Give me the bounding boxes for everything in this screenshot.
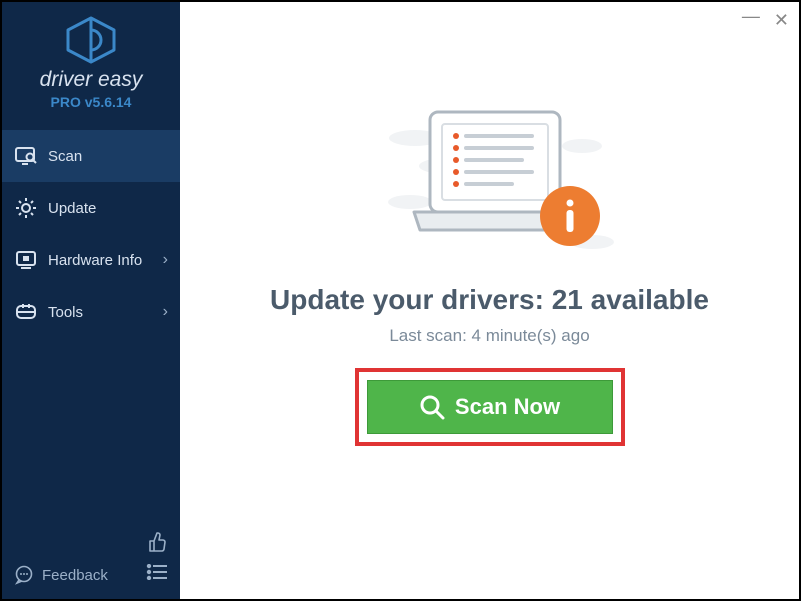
brand-name: driver easy: [2, 68, 180, 92]
main-panel: — ✕ Updat: [180, 2, 799, 599]
list-view-button[interactable]: [146, 564, 168, 585]
version-label: PRO v5.6.14: [2, 94, 180, 110]
headline-prefix: Update your drivers:: [270, 284, 552, 315]
feedback-label: Feedback: [42, 567, 108, 584]
available-count: 21: [552, 284, 583, 315]
chevron-right-icon: ›: [163, 251, 168, 269]
last-scan-text: Last scan: 4 minute(s) ago: [389, 326, 589, 346]
app-window: driver easy PRO v5.6.14 Scan Update H: [0, 0, 801, 601]
last-scan-prefix: Last scan:: [389, 326, 471, 345]
tools-icon: [14, 300, 38, 324]
nav-item-hardware[interactable]: Hardware Info ›: [2, 234, 180, 286]
close-button[interactable]: ✕: [774, 10, 789, 31]
gear-icon: [14, 196, 38, 220]
sidebar: driver easy PRO v5.6.14 Scan Update H: [2, 2, 180, 599]
nav: Scan Update Hardware Info › Tools: [2, 130, 180, 338]
nav-item-scan[interactable]: Scan: [2, 130, 180, 182]
nav-label: Tools: [48, 304, 83, 321]
nav-item-update[interactable]: Update: [2, 182, 180, 234]
scan-icon: [14, 144, 38, 168]
headline-suffix: available: [583, 284, 709, 315]
hardware-icon: [14, 248, 38, 272]
scan-button-label: Scan Now: [455, 394, 560, 420]
feedback-button[interactable]: Feedback: [14, 565, 108, 585]
chevron-right-icon: ›: [163, 303, 168, 321]
magnifier-icon: [419, 394, 445, 420]
logo-block: driver easy PRO v5.6.14: [2, 2, 180, 122]
nav-label: Hardware Info: [48, 252, 142, 269]
chat-icon: [14, 565, 34, 585]
scan-button-highlight: Scan Now: [355, 368, 625, 446]
scan-now-button[interactable]: Scan Now: [367, 380, 613, 434]
minimize-button[interactable]: —: [742, 6, 760, 27]
window-controls: — ✕: [742, 10, 789, 31]
nav-item-tools[interactable]: Tools ›: [2, 286, 180, 338]
app-logo-icon: [64, 16, 118, 64]
last-scan-value: 4 minute(s) ago: [472, 326, 590, 345]
laptop-scan-illustration: [360, 94, 620, 264]
thumbs-up-button[interactable]: [146, 531, 168, 558]
nav-label: Update: [48, 200, 96, 217]
nav-label: Scan: [48, 148, 82, 165]
headline: Update your drivers: 21 available: [270, 284, 709, 316]
sidebar-footer: Feedback: [2, 521, 180, 599]
